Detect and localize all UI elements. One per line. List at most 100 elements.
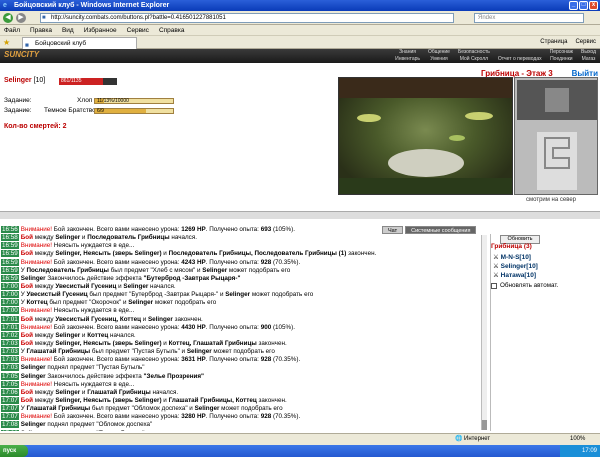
scrollbar-thumb[interactable] <box>482 420 487 430</box>
chat-timestamp[interactable]: 17:08 <box>1 421 19 429</box>
chat-text: между <box>33 250 56 258</box>
chat-warning: Внимание! <box>20 307 53 315</box>
list-item[interactable]: ⚔ Selinger[10] <box>493 262 538 271</box>
chat-text: (105%). <box>271 323 296 331</box>
chat-timestamp[interactable]: 17:00 <box>1 307 19 315</box>
browser-tab[interactable]: ■ Бойцовский клуб <box>22 37 137 49</box>
nav-scroll[interactable]: Мой Скролл <box>458 56 490 63</box>
player-name[interactable]: Selinger [10] <box>4 77 45 84</box>
chat-timestamp[interactable]: 16:59 <box>1 258 19 266</box>
chat-line: 16:58 Бой между Selinger и Последователь … <box>1 234 487 242</box>
chat-timestamp[interactable]: 17:00 <box>1 282 19 290</box>
chat-timestamp[interactable]: 16:59 <box>1 274 19 282</box>
nav-battles[interactable]: Поединки <box>550 56 573 63</box>
chat-fight-link[interactable]: Бой <box>21 389 33 396</box>
chat-text: (70.35%). <box>271 356 301 364</box>
chat-line: 17:00 Бой между Увесистый Гусениц и Selin… <box>1 282 487 291</box>
chat-timestamp[interactable]: 17:05 <box>1 380 19 388</box>
chat-text: поднял предмет "Обломок доспеха" <box>45 421 153 429</box>
chat-text: 3631 HP <box>181 356 206 364</box>
chat-timestamp[interactable]: 16:56 <box>1 226 19 233</box>
chat-line: 16:59 У Последователь Грибницы был предме… <box>1 266 487 275</box>
chat-scrollbar[interactable] <box>481 235 487 430</box>
nav-skills[interactable]: Умения <box>428 56 450 63</box>
chat-fight-link[interactable]: Бой <box>21 340 33 347</box>
list-item[interactable]: ⚔ M-N-S[10] <box>493 253 538 262</box>
nav-inventory[interactable]: Инвентарь <box>395 56 420 63</box>
menu-favorites[interactable]: Избранное <box>84 25 117 35</box>
favorites-star-icon[interactable]: ★ <box>3 38 10 47</box>
chat-log: 16:56 Внимание! Бой закончен. Всего вами … <box>1 226 487 431</box>
chat-timestamp[interactable]: 17:08 <box>1 429 19 431</box>
start-button[interactable]: пуск <box>0 445 28 457</box>
chat-timestamp[interactable]: 17:06 <box>1 388 19 396</box>
chat-timestamp[interactable]: 17:03 <box>1 356 19 364</box>
chat-text: Глашатай Грибницы <box>26 405 91 413</box>
chat-text: 900 <box>260 323 272 331</box>
chat-timestamp[interactable]: 17:03 <box>1 339 19 347</box>
chat-text: был предмет "Хлеб с мясом" и <box>108 266 203 274</box>
maximize-button[interactable]: □ <box>579 1 588 10</box>
clock: 17:09 <box>560 445 600 457</box>
chat-timestamp[interactable]: 16:59 <box>1 250 19 258</box>
menu-view[interactable]: Вид <box>62 25 74 35</box>
chat-timestamp[interactable]: 17:07 <box>1 396 19 404</box>
player-level: [10] <box>33 77 46 84</box>
chat-timestamp[interactable]: 16:58 <box>1 234 19 242</box>
minimize-button[interactable]: _ <box>569 1 578 10</box>
chat-text: Selinger <box>55 388 81 396</box>
chat-timestamp[interactable]: 17:07 <box>1 413 19 421</box>
menu-edit[interactable]: Правка <box>30 25 52 35</box>
chat-timestamp[interactable]: 17:02 <box>1 331 19 339</box>
chat-timestamp[interactable]: 17:07 <box>1 405 19 413</box>
zoom-level[interactable]: 100% <box>570 434 585 445</box>
tools-menu-button[interactable]: Сервис <box>575 38 596 47</box>
nav-shop[interactable]: Магаз <box>581 56 596 63</box>
chat-timestamp[interactable]: 17:00 <box>1 291 19 299</box>
room-title: Грибница (3) <box>491 243 532 250</box>
url-input[interactable]: ■ http://suncity.combats.com/buttons.pl?… <box>40 13 454 23</box>
chat-timestamp[interactable]: 17:03 <box>1 364 19 372</box>
chat-line: 17:08 Selinger поднял предмет "Обломок до… <box>1 421 487 429</box>
nav-transfers[interactable]: Отчет о переводах <box>498 56 542 63</box>
chat-fight-link[interactable]: Бой <box>21 332 33 339</box>
chat-fight-link[interactable]: Бой <box>21 283 33 290</box>
search-input[interactable]: Яndex <box>474 13 584 23</box>
close-button[interactable]: x <box>589 1 598 10</box>
auto-update-toggle[interactable]: Обновлять автомат. <box>491 282 558 289</box>
page-menu-button[interactable]: Страница <box>540 38 567 47</box>
chat-timestamp[interactable]: 17:03 <box>1 348 19 356</box>
chat-text: . Получено опыта: <box>205 323 261 331</box>
player-stats: Selinger [10] 861/1135 Задание: Хлоп 11/… <box>4 77 334 157</box>
player-name-text: Selinger <box>4 77 32 84</box>
tab-chat[interactable]: Чат <box>382 226 404 234</box>
chat-line: 16:59 Внимание! Неясыть нуждается в еде..… <box>1 242 487 250</box>
quest-bar: 11/13%/10000 <box>94 98 174 104</box>
forward-button[interactable]: ▶ <box>16 13 26 23</box>
chat-fight-link[interactable]: Бой <box>21 316 33 323</box>
tab-title: Бойцовский клуб <box>35 40 87 47</box>
menu-help[interactable]: Справка <box>159 25 185 35</box>
chat-fight-link[interactable]: Бой <box>21 397 33 404</box>
menu-file[interactable]: Файл <box>4 25 20 35</box>
chat-line: 17:07 У Глашатай Грибницы был предмет "Об… <box>1 405 487 413</box>
auto-update-label: Обновлять автомат. <box>500 282 559 289</box>
chat-timestamp[interactable]: 17:05 <box>1 372 19 380</box>
chat-fight-link[interactable]: Бой <box>21 234 33 241</box>
chat-timestamp[interactable]: 16:59 <box>1 266 19 274</box>
back-button[interactable]: ◀ <box>3 13 13 23</box>
menu-tools[interactable]: Сервис <box>127 25 149 35</box>
chat-timestamp[interactable]: 16:59 <box>1 242 19 250</box>
chat-text: Коттец, Глашатай Грибницы <box>168 339 257 347</box>
list-item[interactable]: ⚔ Натаwa[10] <box>493 271 538 280</box>
chat-warning: Внимание! <box>20 242 53 250</box>
chat-text: между <box>33 315 56 323</box>
tab-system-messages[interactable]: Системные сообщения <box>405 226 477 234</box>
dungeon-view[interactable] <box>338 77 513 195</box>
minimap[interactable] <box>514 77 598 195</box>
chat-fight-link[interactable]: Бой <box>21 250 33 257</box>
auto-update-checkbox[interactable] <box>491 282 497 289</box>
chat-timestamp[interactable]: 17:01 <box>1 315 19 323</box>
chat-timestamp[interactable]: 17:00 <box>1 299 19 307</box>
chat-timestamp[interactable]: 17:01 <box>1 323 19 331</box>
